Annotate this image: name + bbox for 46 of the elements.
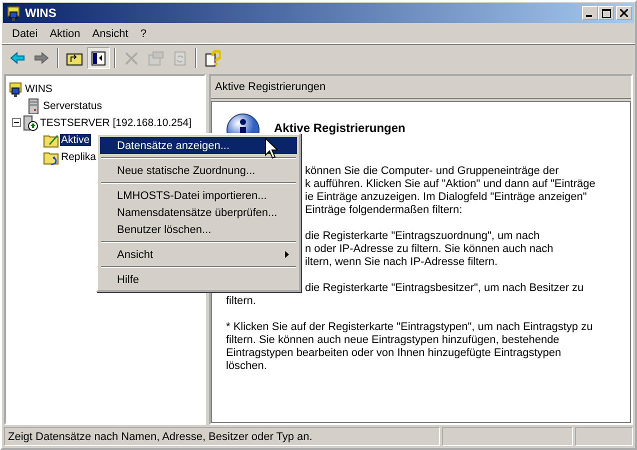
description-text: k aufführen. Klicken Sie auf "Aktion" und dann auf "Einträge <box>305 178 596 190</box>
tree-item[interactable]: WINS <box>24 82 54 94</box>
mouse-pointer-icon <box>265 138 278 159</box>
menu-item[interactable]: ? <box>134 26 152 42</box>
context-menu-item[interactable]: Benutzer löschen... <box>100 221 297 238</box>
context-menu-item[interactable]: Namensdatensätze überprüfen... <box>100 204 297 221</box>
context-menu-item[interactable]: Hilfe <box>100 271 297 288</box>
description-text: iltern, wenn Sie nach IP-Adresse filtern. <box>305 256 498 268</box>
pane-header: Aktive Registrierungen <box>211 76 631 99</box>
context-menu-item[interactable]: Neue statische Zuordnung... <box>100 162 297 179</box>
context-menu-item[interactable]: Ansicht <box>100 246 297 263</box>
content-title: Aktive Registrierungen <box>274 121 406 135</box>
maximize-icon <box>602 8 610 18</box>
description-text: die Registerkarte "Eintragszuordnung", um nach <box>305 230 540 242</box>
maximize-button[interactable] <box>598 6 614 20</box>
close-icon <box>620 9 628 17</box>
context-menu-item[interactable]: Datensätze anzeigen... <box>100 137 297 154</box>
tree-item[interactable]: Replika <box>60 150 98 162</box>
description-text: Einträge folgendermaßen filtern: <box>305 204 462 216</box>
info-icon <box>226 113 260 133</box>
window-title: WINS <box>25 6 56 20</box>
menu-item[interactable]: Ansicht <box>86 26 134 42</box>
tree-item[interactable]: Serverstatus <box>42 100 103 112</box>
status-text: Zeigt Datensätze nach Namen, Adresse, Besitzer oder Typ an. <box>4 427 440 446</box>
description-text: Eintragstypen bearbeiten oder von Ihnen hinzugefügte Eintragstypen <box>226 347 562 359</box>
tree-item[interactable]: TESTSERVER [192.168.10.254] <box>39 116 193 128</box>
description-text: filtern. Sie können auch neue Eintragstypen hinzufügen, bestehende <box>226 334 560 346</box>
description-text: filtern. <box>226 295 256 307</box>
app-icon <box>5 5 21 21</box>
menu-item[interactable]: Datei <box>6 26 44 42</box>
close-button[interactable] <box>616 6 632 20</box>
submenu-arrow-icon <box>285 251 289 258</box>
collapse-toggle-icon[interactable] <box>12 118 21 127</box>
description-text: * Klicken Sie auf der Registerkarte "Eintragstypen", um nach Eintragstyp zu <box>226 321 593 333</box>
minimize-button[interactable] <box>582 6 598 20</box>
description-text: löschen. <box>226 360 267 372</box>
menu-item[interactable]: Aktion <box>44 26 86 42</box>
tree-item[interactable]: Aktive <box>60 134 91 146</box>
description-text: können Sie die Computer- und Gruppeneinträge der <box>305 165 559 177</box>
description-text: die Registerkarte "Eintragsbesitzer", um nach Besitzer zu <box>305 282 584 294</box>
computer-icon <box>7 80 23 96</box>
context-menu-item[interactable]: LMHOSTS-Datei importieren... <box>100 187 297 204</box>
description-text: ie Einträge anzuzeigen. Im Dialogfeld "Einträge anzeigen" <box>305 191 587 203</box>
server-icon <box>22 114 38 130</box>
description-text: n oder IP-Adresse zu filtern. Sie können auch nach <box>305 243 554 255</box>
status-panel <box>575 427 633 446</box>
